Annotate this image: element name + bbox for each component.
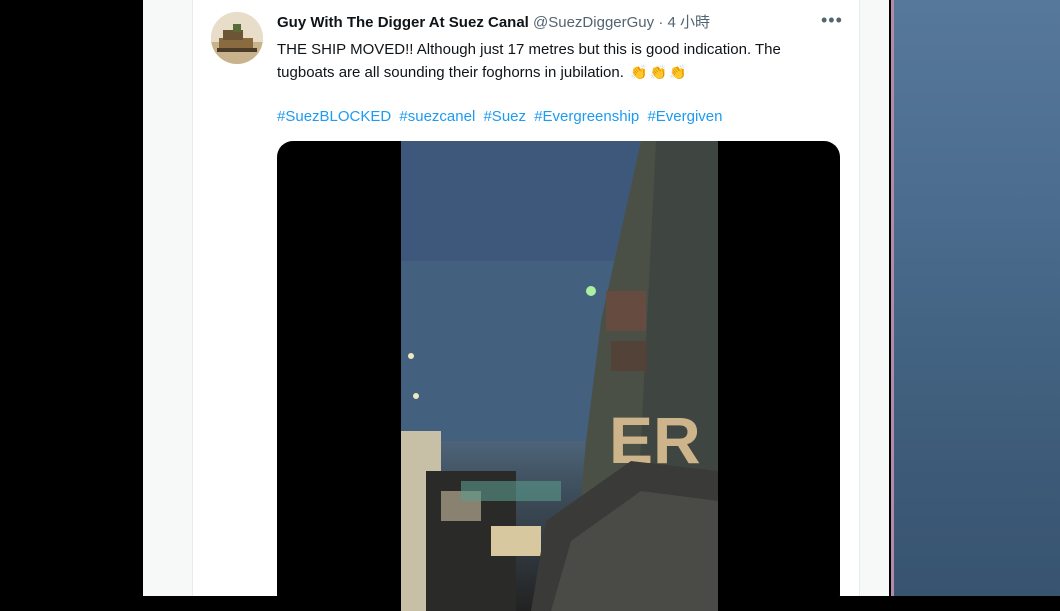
user-handle[interactable]: @SuezDiggerGuy: [533, 14, 654, 31]
tweet-text: THE SHIP MOVED!! Although just 17 metres…: [277, 38, 837, 84]
tweet-body: THE SHIP MOVED!! Although just 17 metres…: [277, 41, 781, 81]
hashtag-link[interactable]: #suezcanel: [399, 108, 475, 125]
left-black-bar: [0, 0, 143, 596]
hashtag-link[interactable]: #Evergiven: [647, 108, 722, 125]
display-name[interactable]: Guy With The Digger At Suez Canal: [277, 14, 529, 31]
more-horizontal-icon[interactable]: •••: [821, 10, 843, 31]
background-video-blur: [891, 0, 1060, 596]
separator: ·: [658, 14, 664, 31]
avatar[interactable]: [211, 12, 263, 64]
ship-video-still: ER: [401, 141, 718, 611]
clapping-hands-emoji: 👏: [630, 64, 648, 80]
clapping-hands-emoji: 👏: [668, 64, 687, 80]
tweet-header: Guy With The Digger At Suez Canal @SuezD…: [277, 13, 710, 33]
hashtag-link[interactable]: #Evergreenship: [534, 108, 639, 125]
clapping-hands-emoji: 👏: [649, 64, 667, 80]
hashtag-list: #SuezBLOCKED #suezcanel #Suez #Evergreen…: [277, 105, 726, 128]
digger-avatar-image: [211, 12, 263, 64]
video-frame[interactable]: ER: [401, 141, 718, 611]
tweet-card[interactable]: Guy With The Digger At Suez Canal @SuezD…: [192, 0, 860, 611]
hashtag-link[interactable]: #SuezBLOCKED: [277, 108, 391, 125]
video-player[interactable]: ER: [277, 141, 840, 611]
hashtag-link[interactable]: #Suez: [483, 108, 526, 125]
timestamp[interactable]: 4 小時: [667, 14, 710, 31]
